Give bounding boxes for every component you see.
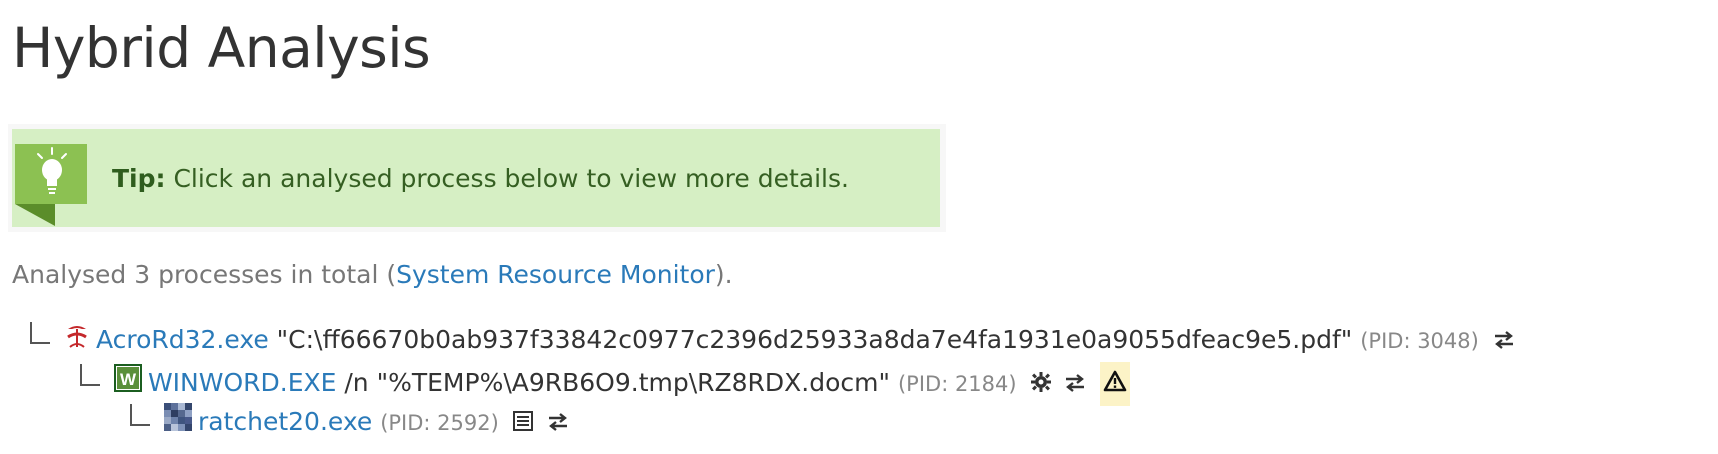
process-pid: (PID: 2592) — [380, 411, 499, 435]
system-resource-monitor-link[interactable]: System Resource Monitor — [396, 260, 715, 289]
tip-message: Tip: Click an analysed process below to … — [112, 164, 849, 193]
process-name-link[interactable]: WINWORD.EXE — [148, 368, 336, 397]
tree-branch — [130, 404, 150, 426]
summary-prefix: Analysed 3 processes in total ( — [12, 260, 397, 289]
warning-icon[interactable] — [1100, 362, 1131, 406]
generic-exe-icon — [163, 403, 192, 443]
pdf-reader-icon — [64, 321, 90, 361]
tree-branch — [80, 364, 100, 386]
process-args: "C:\ff66670b0ab937f33842c0977c2396d25933… — [268, 325, 1353, 354]
process-row: W WINWORD.EXE /n "%TEMP%\A9RB6O9.tmp\RZ8… — [80, 362, 1131, 406]
process-name-link[interactable]: ratchet20.exe — [198, 407, 372, 436]
network-icon[interactable] — [1064, 364, 1086, 404]
tip-body: Click an analysed process below to view … — [165, 164, 849, 193]
network-icon[interactable] — [1493, 321, 1515, 361]
tip-box: Tip: Click an analysed process below to … — [12, 129, 940, 227]
list-icon[interactable] — [512, 403, 533, 443]
word-icon: W — [113, 364, 142, 404]
tip-container: Tip: Click an analysed process below to … — [8, 124, 946, 232]
process-row: AcroRd32.exe "C:\ff66670b0ab937f33842c09… — [30, 320, 1515, 360]
tip-label: Tip: — [112, 164, 166, 193]
gear-icon[interactable] — [1030, 364, 1051, 404]
process-pid: (PID: 3048) — [1360, 329, 1479, 353]
analysis-summary: Analysed 3 processes in total (System Re… — [12, 260, 733, 289]
process-row: ratchet20.exe (PID: 2592) — [130, 402, 569, 442]
process-args: /n "%TEMP%\A9RB6O9.tmp\RZ8RDX.docm" — [336, 368, 891, 397]
process-pid: (PID: 2184) — [897, 372, 1017, 396]
network-icon[interactable] — [547, 403, 569, 443]
lightbulb-icon — [15, 144, 87, 204]
tip-icon-fold — [15, 204, 55, 226]
summary-suffix: ). — [714, 260, 733, 289]
svg-text:W: W — [120, 370, 137, 389]
page-title: Hybrid Analysis — [12, 16, 431, 80]
tree-branch — [30, 322, 50, 344]
process-name-link[interactable]: AcroRd32.exe — [96, 325, 269, 354]
